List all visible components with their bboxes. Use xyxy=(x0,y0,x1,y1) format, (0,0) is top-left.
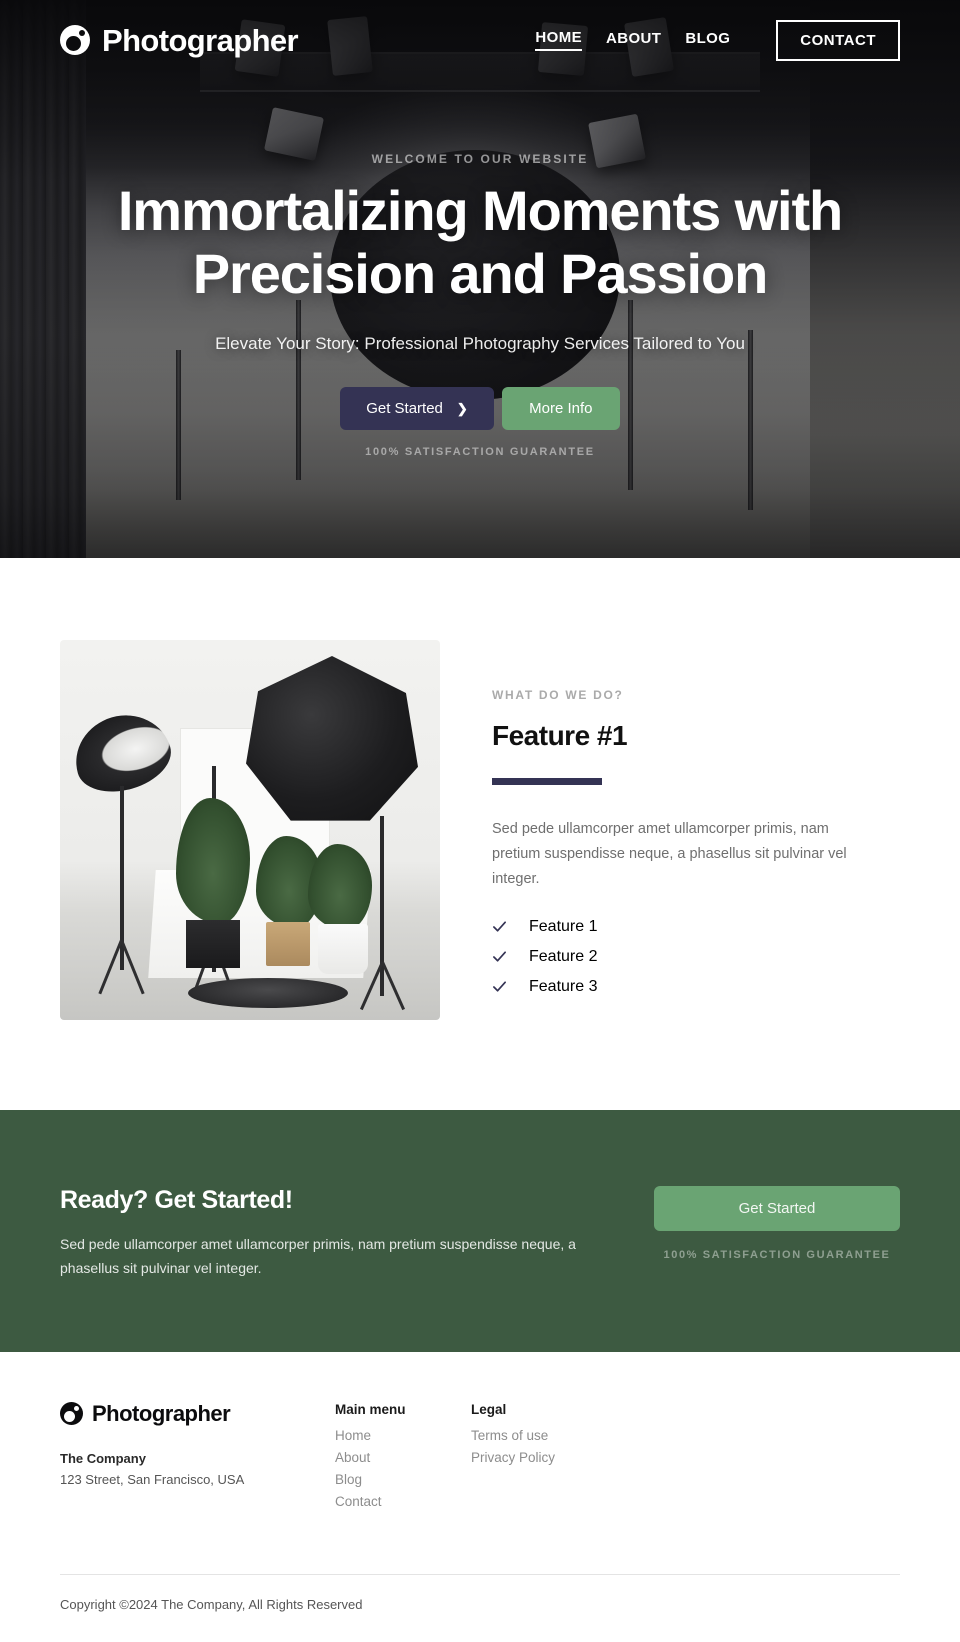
hero-guarantee: 100% SATISFACTION GUARANTEE xyxy=(365,445,595,458)
hero-subtitle: Elevate Your Story: Professional Photogr… xyxy=(215,334,745,354)
brand-name: Photographer xyxy=(102,22,299,58)
list-item: Feature 3 xyxy=(492,978,900,996)
check-icon xyxy=(493,921,506,932)
camera-lens-icon xyxy=(60,25,90,55)
hero-eyebrow: WELCOME TO OUR WEBSITE xyxy=(371,152,589,166)
footer-link-contact[interactable]: Contact xyxy=(335,1494,471,1509)
list-item: Feature 2 xyxy=(492,948,900,966)
chevron-right-icon: ❯ xyxy=(456,400,468,416)
cta-text: Ready? Get Started! Sed pede ullamcorper… xyxy=(60,1182,600,1280)
footer-company-name: The Company xyxy=(60,1451,146,1467)
cta-body: Sed pede ullamcorper amet ullamcorper pr… xyxy=(60,1236,576,1276)
hero-section: Photographer HOME ABOUT BLOG CONTACT WEL… xyxy=(0,0,960,558)
brand-logo[interactable]: Photographer xyxy=(60,22,299,58)
footer-column-main-menu: Main menu Home About Blog Contact xyxy=(335,1402,471,1516)
feature-eyebrow: WHAT DO WE DO? xyxy=(492,688,624,702)
footer-link-home[interactable]: Home xyxy=(335,1428,471,1443)
hero-get-started-button[interactable]: Get Started ❯ xyxy=(340,386,494,430)
feature-divider xyxy=(492,778,602,785)
plant xyxy=(308,844,372,930)
hero-more-info-button[interactable]: More Info xyxy=(501,386,620,430)
cta-action: Get Started 100% SATISFACTION GUARANTEE xyxy=(654,1182,900,1261)
feature-title: Feature #1 xyxy=(492,720,628,751)
feature-body: Sed pede ullamcorper amet ullamcorper pr… xyxy=(492,821,847,887)
feature-image xyxy=(60,640,440,1020)
plant xyxy=(176,798,250,924)
cta-section: Ready? Get Started! Sed pede ullamcorper… xyxy=(0,1110,960,1353)
footer-brand-name: Photographer xyxy=(92,1400,231,1426)
feature-list: Feature 1 Feature 2 Feature 3 xyxy=(492,918,900,996)
check-icon xyxy=(493,981,506,992)
footer-copyright: Copyright ©2024 The Company, All Rights … xyxy=(60,1597,363,1613)
plant-pot-white xyxy=(318,924,368,974)
hero-content: WELCOME TO OUR WEBSITE Immortalizing Mom… xyxy=(0,152,960,458)
footer-address: 123 Street, San Francisco, USA xyxy=(60,1472,245,1488)
wooden-stool xyxy=(266,922,310,966)
feature-section: WHAT DO WE DO? Feature #1 Sed pede ullam… xyxy=(0,558,960,1110)
main-navigation: Photographer HOME ABOUT BLOG CONTACT xyxy=(0,0,960,80)
footer-link-about[interactable]: About xyxy=(335,1450,471,1465)
feature-text: WHAT DO WE DO? Feature #1 Sed pede ullam… xyxy=(492,640,900,1020)
footer: Photographer The Company 123 Street, San… xyxy=(0,1352,960,1642)
footer-link-privacy[interactable]: Privacy Policy xyxy=(471,1450,607,1465)
check-icon xyxy=(493,951,506,962)
reflector-disc xyxy=(188,978,348,1008)
hero-get-started-label: Get Started xyxy=(366,399,443,417)
hero-buttons: Get Started ❯ More Info xyxy=(80,386,880,430)
nav-link-blog[interactable]: BLOG xyxy=(685,30,730,50)
footer-columns: Photographer The Company 123 Street, San… xyxy=(60,1402,900,1516)
feature-item-label: Feature 2 xyxy=(529,947,598,965)
cta-title: Ready? Get Started! xyxy=(60,1186,293,1214)
nav-link-home[interactable]: HOME xyxy=(535,29,583,51)
cta-guarantee: 100% SATISFACTION GUARANTEE xyxy=(663,1249,891,1261)
footer-column-title: Main menu xyxy=(335,1402,406,1418)
feature-item-label: Feature 3 xyxy=(529,977,598,995)
footer-column-legal: Legal Terms of use Privacy Policy xyxy=(471,1402,607,1516)
cta-get-started-button[interactable]: Get Started xyxy=(654,1186,900,1231)
footer-column-title: Legal xyxy=(471,1402,507,1418)
feature-item-label: Feature 1 xyxy=(529,917,598,935)
footer-link-terms[interactable]: Terms of use xyxy=(471,1428,607,1443)
light-stand-leg xyxy=(381,961,406,1011)
camera-lens-icon xyxy=(60,1402,83,1426)
footer-brand-column: Photographer The Company 123 Street, San… xyxy=(60,1402,335,1516)
nav-links: HOME ABOUT BLOG CONTACT xyxy=(535,19,900,61)
plant-pot xyxy=(186,920,240,968)
list-item: Feature 1 xyxy=(492,918,900,936)
footer-logo[interactable]: Photographer xyxy=(60,1400,335,1426)
nav-link-about[interactable]: ABOUT xyxy=(606,30,661,50)
footer-link-blog[interactable]: Blog xyxy=(335,1472,471,1487)
hero-title: Immortalizing Moments with Precision and… xyxy=(117,179,843,305)
contact-button[interactable]: CONTACT xyxy=(776,19,900,61)
